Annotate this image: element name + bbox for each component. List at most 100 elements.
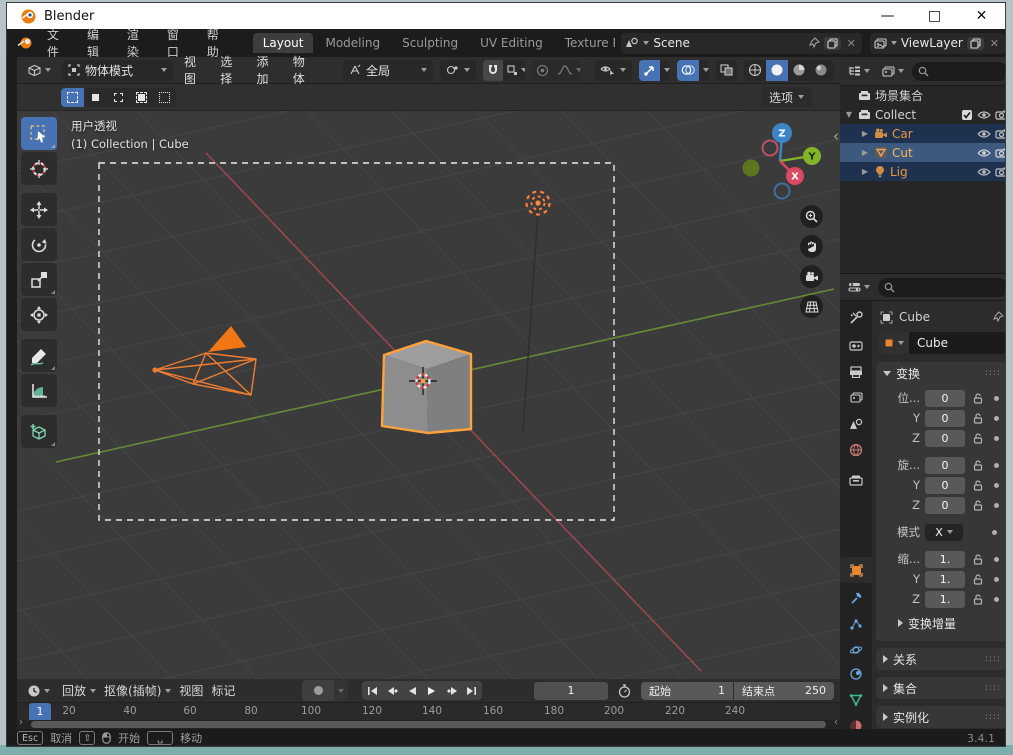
- properties-tab-physics[interactable]: [840, 637, 872, 663]
- tool-measure[interactable]: [21, 374, 57, 407]
- mode-dropdown[interactable]: 物体模式: [62, 59, 174, 81]
- scene-name[interactable]: Scene: [653, 36, 803, 50]
- markers-menu[interactable]: 标记: [211, 682, 235, 699]
- menu-add[interactable]: 添加: [253, 53, 282, 87]
- playhead[interactable]: 1: [29, 703, 51, 720]
- select-mode-intersect[interactable]: [153, 87, 176, 107]
- scene-browse-chevron[interactable]: [643, 41, 650, 45]
- lock-icon[interactable]: [970, 499, 986, 511]
- maximize-button[interactable]: □: [911, 3, 958, 29]
- editor-type-outliner-button[interactable]: [844, 60, 874, 82]
- relations-panel[interactable]: 关系 ::::: [876, 648, 1005, 670]
- editor-type-properties-button[interactable]: [844, 276, 874, 298]
- remove-viewlayer-icon[interactable]: ✕: [988, 37, 1001, 50]
- transform-orientation-dropdown[interactable]: 全局: [342, 59, 433, 81]
- workspace-tab-modeling[interactable]: Modeling: [315, 33, 390, 53]
- rotation-mode-dropdown[interactable]: X: [925, 523, 963, 541]
- tool-scale[interactable]: [21, 263, 57, 296]
- properties-tab-modifiers[interactable]: [840, 585, 872, 611]
- viewlayer-browse-chevron[interactable]: [890, 41, 897, 45]
- select-mode-invert[interactable]: [130, 87, 153, 107]
- animate-dot[interactable]: [992, 529, 997, 535]
- tool-select-box[interactable]: [21, 117, 57, 150]
- frame-end-field[interactable]: 结束点 250: [734, 681, 834, 700]
- pivot-point-dropdown[interactable]: [439, 59, 476, 81]
- properties-tab-object[interactable]: [840, 557, 872, 583]
- lock-icon[interactable]: [970, 573, 986, 585]
- play-button[interactable]: [422, 681, 442, 700]
- menu-object[interactable]: 物体: [289, 53, 318, 87]
- lock-icon[interactable]: [970, 553, 986, 565]
- panel-drag-handle[interactable]: ::::: [985, 368, 1001, 378]
- properties-tab-scene[interactable]: [840, 411, 872, 437]
- gizmo-settings-dropdown[interactable]: [660, 59, 670, 81]
- outliner-row-scene-collection[interactable]: 场景集合: [840, 86, 1005, 105]
- collections-panel[interactable]: 集合 ::::: [876, 677, 1005, 699]
- previous-keyframe-button[interactable]: [382, 681, 402, 700]
- rotation-y-field[interactable]: 0: [925, 476, 965, 494]
- panel-drag-handle[interactable]: ::::: [985, 712, 1001, 722]
- properties-tab-tool[interactable]: [840, 305, 872, 331]
- jump-to-start-button[interactable]: [362, 681, 382, 700]
- properties-tab-output[interactable]: [840, 359, 872, 385]
- animate-dot[interactable]: [994, 576, 999, 582]
- navigation-gizmo[interactable]: Z Y X: [731, 115, 831, 207]
- timeline-scrollbar[interactable]: [31, 721, 826, 728]
- camera-expand-arrow[interactable]: ▶: [860, 129, 870, 138]
- location-x-field[interactable]: 0: [925, 389, 965, 407]
- view-menu[interactable]: 视图: [179, 682, 203, 699]
- location-y-field[interactable]: 0: [925, 409, 965, 427]
- overlays-toggle[interactable]: [676, 59, 699, 81]
- outliner-display-mode-dropdown[interactable]: [878, 60, 908, 82]
- select-mode-new[interactable]: [61, 87, 84, 107]
- orthographic-toggle-button[interactable]: [800, 295, 823, 318]
- sidebar-collapse-arrow[interactable]: ‹: [833, 127, 839, 145]
- properties-tab-render[interactable]: [840, 333, 872, 359]
- animate-dot[interactable]: [994, 415, 999, 421]
- animate-dot[interactable]: [994, 502, 999, 508]
- select-mode-subtract[interactable]: [107, 87, 130, 107]
- transform-panel-header[interactable]: 变换 ::::: [876, 362, 1005, 384]
- new-scene-button[interactable]: [823, 36, 841, 50]
- animate-dot[interactable]: [994, 435, 999, 441]
- keying-menu[interactable]: 抠像(插帧): [104, 682, 172, 699]
- shading-wireframe-button[interactable]: [743, 59, 766, 81]
- shading-material-button[interactable]: [787, 59, 810, 81]
- properties-tab-object-data[interactable]: [840, 687, 872, 713]
- minimize-button[interactable]: —: [864, 3, 911, 29]
- zoom-button[interactable]: [800, 205, 823, 228]
- blender-menu-icon[interactable]: [17, 36, 33, 50]
- light-expand-arrow[interactable]: ▶: [860, 167, 870, 176]
- scene-icon[interactable]: [625, 37, 639, 49]
- viewport-3d[interactable]: 用户透视 (1) Collection | Cube Z Y X ‹: [17, 111, 840, 679]
- tool-rotate[interactable]: [21, 228, 57, 261]
- outliner-row-camera[interactable]: ▶ Car: [840, 124, 1005, 143]
- object-name-field[interactable]: Cube: [909, 332, 1005, 354]
- workspace-tab-layout[interactable]: Layout: [252, 33, 314, 53]
- scroll-left-arrow[interactable]: ›: [19, 717, 23, 728]
- hide-eye-icon[interactable]: [977, 110, 991, 120]
- lock-icon[interactable]: [970, 432, 986, 444]
- outliner-row-collection[interactable]: ▼ Collect: [840, 105, 1005, 124]
- lock-icon[interactable]: [970, 593, 986, 605]
- properties-tab-view-layer[interactable]: [840, 385, 872, 411]
- tool-transform[interactable]: [21, 298, 57, 331]
- cube-expand-arrow[interactable]: ▶: [860, 148, 870, 157]
- hide-eye-icon[interactable]: [977, 167, 991, 177]
- stopwatch-icon[interactable]: [618, 683, 631, 698]
- editor-type-timeline-button[interactable]: [23, 680, 54, 701]
- instancing-panel[interactable]: 实例化 ::::: [876, 706, 1005, 728]
- unlink-scene-icon[interactable]: ✕: [845, 37, 858, 50]
- auto-keyframe-dropdown[interactable]: [334, 680, 348, 701]
- camera-view-button[interactable]: [800, 265, 823, 288]
- viewlayer-icon[interactable]: [874, 37, 887, 49]
- menu-view[interactable]: 视图: [180, 53, 209, 87]
- workspace-tab-sculpting[interactable]: Sculpting: [392, 33, 468, 53]
- xray-toggle[interactable]: [715, 59, 737, 81]
- select-mode-extend[interactable]: [84, 87, 107, 107]
- tool-cursor[interactable]: [21, 152, 57, 185]
- location-z-field[interactable]: 0: [925, 429, 965, 447]
- shading-rendered-button[interactable]: [809, 59, 832, 81]
- tool-add-cube[interactable]: [21, 415, 57, 448]
- current-frame-field[interactable]: 1: [534, 681, 608, 700]
